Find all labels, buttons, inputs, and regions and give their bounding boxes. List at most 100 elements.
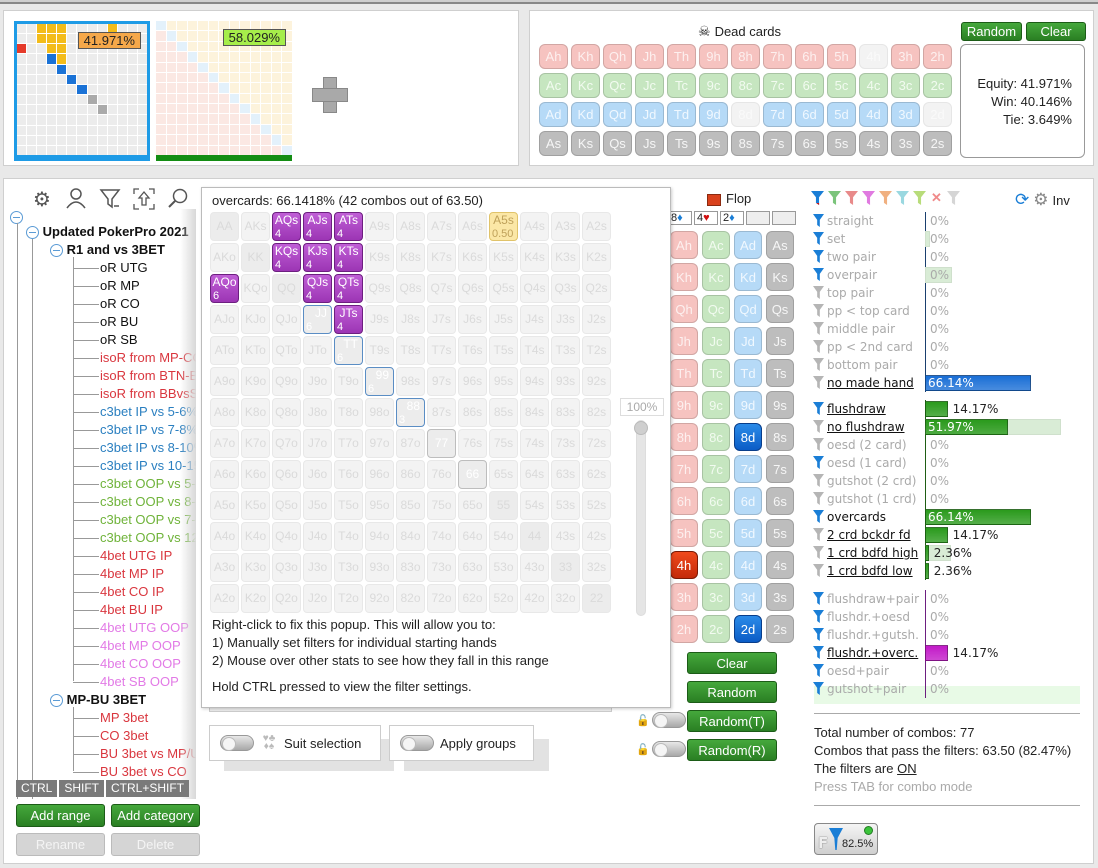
flop-card-Ks[interactable]: Ks [766, 263, 794, 291]
hand-cell-32o[interactable]: 32o [551, 584, 580, 613]
stat-name[interactable]: no flushdraw [827, 418, 905, 436]
stat-name[interactable]: two pair [827, 248, 876, 266]
hand-cell-62s[interactable]: 62s [582, 460, 611, 489]
hand-cell-T4s[interactable]: T4s [520, 336, 549, 365]
filter-funnel-icon[interactable] [813, 628, 824, 641]
filter-red-icon[interactable] [845, 191, 858, 205]
hand-cell-97s[interactable]: 97s [427, 367, 456, 396]
hand-cell-J3o[interactable]: J3o [303, 553, 332, 582]
hand-cell-A2o[interactable]: A2o [210, 584, 239, 613]
stat-name[interactable]: pp < 2nd card [827, 338, 913, 356]
hand-cell-92s[interactable]: 92s [582, 367, 611, 396]
dead-card-2d[interactable]: 2d [923, 102, 952, 127]
hand-cell-54s[interactable]: 54s [520, 491, 549, 520]
filter-funnel-icon[interactable] [813, 420, 824, 433]
hand-cell-Q7s[interactable]: Q7s [427, 274, 456, 303]
dead-card-5s[interactable]: 5s [827, 131, 856, 156]
hand-cell-T7o[interactable]: T7o [334, 429, 363, 458]
hand-cell-Q5s[interactable]: Q5s [489, 274, 518, 303]
gear-icon[interactable]: ⚙ [1033, 190, 1048, 210]
filter-funnel-icon[interactable] [813, 682, 824, 695]
hand-cell-Q6s[interactable]: Q6s [458, 274, 487, 303]
tree-range-item[interactable]: 4bet BU IP [73, 601, 163, 619]
flop-card-5h[interactable]: 5h [670, 519, 698, 547]
hand-cell-KTs[interactable]: KTs 4 [334, 243, 363, 272]
hand-cell-Q9s[interactable]: Q9s [365, 274, 394, 303]
plus-icon[interactable] [312, 77, 348, 113]
dead-card-5d[interactable]: 5d [827, 102, 856, 127]
tree-range-item[interactable]: c3bet IP vs 8-10% [73, 439, 196, 457]
hand-cell-A5o[interactable]: A5o [210, 491, 239, 520]
stat-name[interactable]: gutshot (2 crd) [827, 472, 916, 490]
hand-cell-22[interactable]: 22 [582, 584, 611, 613]
stat-row[interactable]: oesd+pair 0% [813, 662, 1085, 680]
player1-range-thumbnail[interactable]: 41.971% [14, 21, 150, 161]
hand-cell-KK[interactable]: KK [241, 243, 270, 272]
tree-range-item[interactable]: 4bet UTG OOP [73, 619, 189, 637]
hand-cell-J2s[interactable]: J2s [582, 305, 611, 334]
hand-cell-72s[interactable]: 72s [582, 429, 611, 458]
dead-card-Ts[interactable]: Ts [667, 131, 696, 156]
hand-cell-98o[interactable]: 98o [365, 398, 394, 427]
hand-cell-98s[interactable]: 98s [396, 367, 425, 396]
tree-range-item[interactable]: BU 3bet vs MP/U [73, 745, 196, 763]
dead-card-Jd[interactable]: Jd [635, 102, 664, 127]
hand-cell-J9s[interactable]: J9s [365, 305, 394, 334]
dead-card-6c[interactable]: 6c [795, 73, 824, 98]
dead-card-6d[interactable]: 6d [795, 102, 824, 127]
flop-card-Qh[interactable]: Qh [670, 295, 698, 323]
dead-card-Qh[interactable]: Qh [603, 44, 632, 69]
flop-card-3c[interactable]: 3c [702, 583, 730, 611]
hand-cell-J4s[interactable]: J4s [520, 305, 549, 334]
dead-card-4c[interactable]: 4c [859, 73, 888, 98]
flop-card-5c[interactable]: 5c [702, 519, 730, 547]
flop-card-4h[interactable]: 4h [670, 551, 698, 579]
hand-cell-95s[interactable]: 95s [489, 367, 518, 396]
hand-cell-A2s[interactable]: A2s [582, 212, 611, 241]
hand-cell-T9s[interactable]: T9s [365, 336, 394, 365]
filter-funnel-icon[interactable] [813, 546, 824, 559]
dead-clear-button[interactable]: Clear [1026, 22, 1086, 41]
stat-name[interactable]: gutshot (1 crd) [827, 490, 916, 508]
flop-card-6h[interactable]: 6h [670, 487, 698, 515]
hand-cell-J8s[interactable]: J8s [396, 305, 425, 334]
hand-cell-KQo[interactable]: KQo [241, 274, 270, 303]
hand-cell-A7o[interactable]: A7o [210, 429, 239, 458]
dead-card-3d[interactable]: 3d [891, 102, 920, 127]
stat-row[interactable]: two pair 0% [813, 248, 1085, 266]
hand-cell-K8o[interactable]: K8o [241, 398, 270, 427]
stat-row[interactable]: middle pair 0% [813, 320, 1085, 338]
delete-button[interactable]: Delete [111, 833, 200, 856]
filter-funnel-icon[interactable] [813, 358, 824, 371]
hand-cell-93o[interactable]: 93o [365, 553, 394, 582]
stat-name[interactable]: bottom pair [827, 356, 897, 374]
filter-icon[interactable] [98, 187, 122, 211]
flop-card-3h[interactable]: 3h [670, 583, 698, 611]
flop-card-2h[interactable]: 2h [670, 615, 698, 643]
stat-name[interactable]: gutshot+pair [827, 680, 906, 698]
stat-row[interactable]: pp < top card 0% [813, 302, 1085, 320]
hand-cell-K9o[interactable]: K9o [241, 367, 270, 396]
flop-card-Th[interactable]: Th [670, 359, 698, 387]
filter-toggle-button[interactable]: F 82.5% [814, 823, 878, 855]
stat-row[interactable]: flushdr.+overc. 14.17% [813, 644, 1085, 662]
hand-cell-99[interactable]: 99 6 [365, 367, 394, 396]
tree-range-item[interactable]: MP 3bet [73, 709, 148, 727]
hand-cell-Q7o[interactable]: Q7o [272, 429, 301, 458]
dead-card-Jc[interactable]: Jc [635, 73, 664, 98]
tree-range-item[interactable]: isoR from MP-CO [73, 349, 196, 367]
hand-cell-76s[interactable]: 76s [458, 429, 487, 458]
dead-card-Ac[interactable]: Ac [539, 73, 568, 98]
tree-range-item[interactable]: c3bet IP vs 10-15 [73, 457, 196, 475]
hand-cell-94o[interactable]: 94o [365, 522, 394, 551]
stat-row[interactable]: flushdraw 14.17% [813, 400, 1085, 418]
flop-card-4s[interactable]: 4s [766, 551, 794, 579]
filter-grey-icon[interactable] [947, 191, 960, 205]
hand-cell-AKs[interactable]: AKs [241, 212, 270, 241]
hand-cell-A6s[interactable]: A6s [458, 212, 487, 241]
hand-cell-AJs[interactable]: AJs 4 [303, 212, 332, 241]
filter-cyan-icon[interactable] [896, 191, 909, 205]
hand-cell-88[interactable]: 88 3 [396, 398, 425, 427]
dead-card-3h[interactable]: 3h [891, 44, 920, 69]
dead-card-2s[interactable]: 2s [923, 131, 952, 156]
